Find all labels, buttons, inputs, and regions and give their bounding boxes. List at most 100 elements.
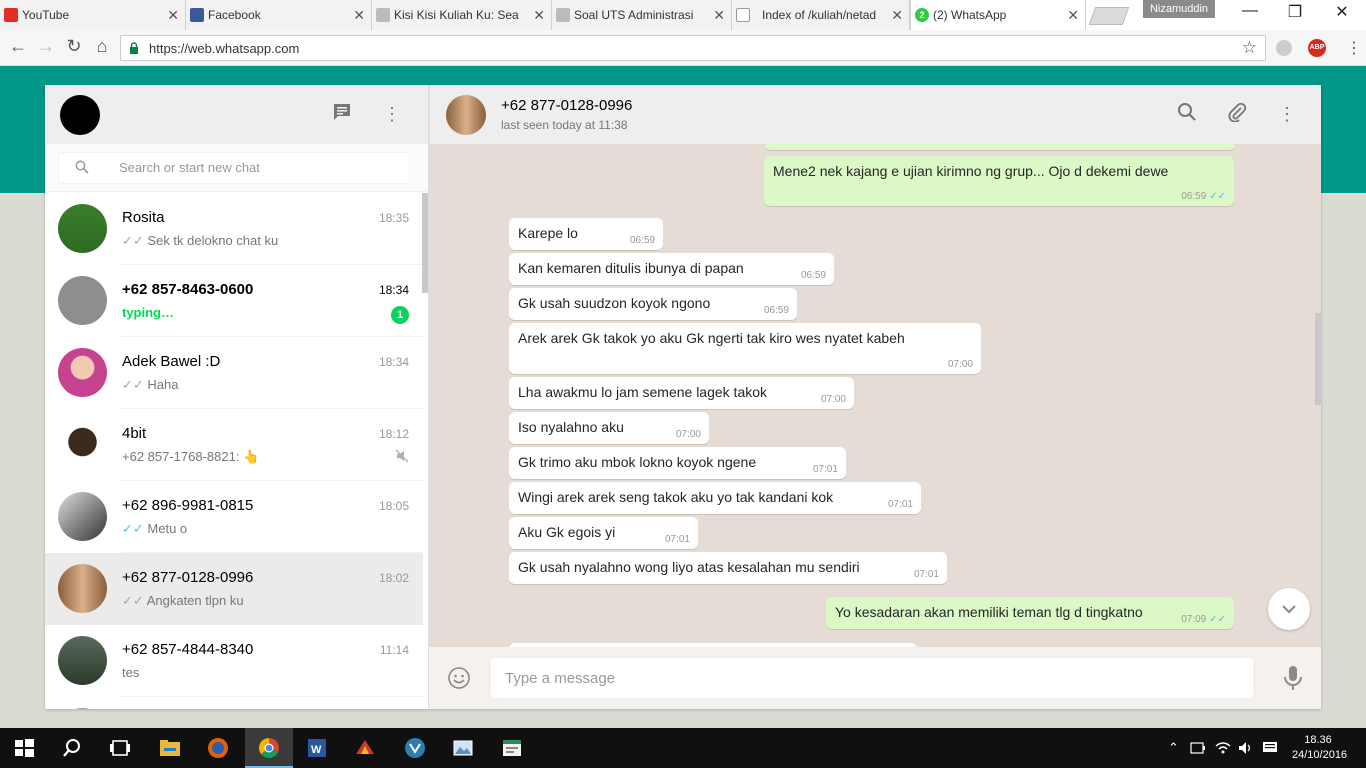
search-box[interactable]	[58, 152, 410, 184]
double-tick-icon: ✓✓	[122, 521, 144, 536]
chat-name: Rosita	[122, 209, 165, 226]
chat-item[interactable]: +62 857-8463-0600 18:34 typing… 1	[45, 265, 423, 337]
windows-start-icon[interactable]	[12, 736, 36, 760]
emoji-icon[interactable]	[447, 666, 471, 690]
tab-kisi-kisi[interactable]: Kisi Kisi Kuliah Ku: Sea ✕	[372, 0, 552, 30]
message-input[interactable]	[491, 658, 1253, 698]
volume-icon[interactable]	[1238, 741, 1254, 755]
message-bubble-incoming[interactable]: Arek arek Gk takok yo aku Gk ngerti tak …	[509, 323, 981, 374]
chat-time: 18:05	[378, 499, 409, 513]
scroll-down-button[interactable]	[1268, 588, 1310, 630]
taskbar: W ⌃ 18.36 24/10/2016	[0, 728, 1366, 768]
message-text: Wingi arek arek seng takok aku yo tak ka…	[518, 489, 834, 505]
close-icon[interactable]: ✕	[533, 0, 545, 30]
message-bubble-incoming[interactable]: Wingi arek arek seng takok aku yo tak ka…	[509, 482, 921, 514]
extension-icon[interactable]	[1276, 40, 1292, 56]
chat-header[interactable]: +62 877-0128-0996 last seen today at 11:…	[429, 85, 1321, 144]
avatar[interactable]	[60, 95, 100, 135]
close-icon[interactable]: ✕	[167, 0, 179, 30]
message-time: 07:09 ✓✓	[1181, 614, 1226, 625]
message-time: 06:59 ✓✓	[1181, 191, 1226, 202]
app2-icon[interactable]	[403, 736, 427, 760]
adblock-icon[interactable]: ABP	[1308, 39, 1326, 57]
message-bubble-incoming[interactable]: Aku Gk egois yi 07:01	[509, 517, 698, 549]
word-icon[interactable]: W	[305, 736, 329, 760]
close-icon[interactable]: ✕	[891, 0, 903, 30]
search-input[interactable]	[119, 160, 389, 175]
restore-button[interactable]: ❐	[1283, 2, 1307, 22]
double-tick-icon: ✓✓	[1209, 614, 1226, 625]
bookmark-star-icon[interactable]: ☆	[1242, 38, 1257, 58]
app-icon[interactable]	[353, 736, 377, 760]
menu-icon[interactable]: ⋮	[380, 102, 404, 126]
message-bubble-incoming[interactable]: Gk usah suudzon koyok ngono 06:59	[509, 288, 797, 320]
chat-last-message: ✓✓ Sek tk delokno chat ku	[122, 233, 278, 249]
avatar[interactable]	[446, 95, 486, 135]
tab-facebook[interactable]: Facebook ✕	[186, 0, 372, 30]
message-time: 07:01	[664, 534, 690, 545]
message-bubble-incoming[interactable]: Lha awakmu lo jam semene lagek takok 07:…	[509, 377, 854, 409]
chat-last-message: ✓✓ Haha	[122, 377, 179, 393]
file-explorer-icon[interactable]	[158, 736, 182, 760]
chrome-menu-icon[interactable]: ⋮	[1346, 38, 1362, 58]
firefox-icon[interactable]	[206, 736, 230, 760]
last-message-text: Haha	[147, 377, 179, 392]
clock[interactable]: 18.36 24/10/2016	[1292, 733, 1347, 763]
wrench-icon	[376, 8, 390, 22]
chat-item[interactable]: Adek Bawel :D 18:34 ✓✓ Haha	[45, 337, 423, 409]
notification-icon[interactable]	[1262, 741, 1278, 755]
profile-name[interactable]: Nizamuddin	[1143, 0, 1215, 18]
wifi-icon[interactable]	[1215, 741, 1231, 755]
microphone-icon[interactable]	[1281, 665, 1305, 691]
url-field[interactable]: https://web.whatsapp.com ☆	[120, 35, 1266, 61]
reload-icon[interactable]: ↻	[63, 36, 85, 57]
chat-item[interactable]: +62 857-4844-8340 11:14 tes	[45, 625, 423, 697]
scrollbar[interactable]	[422, 193, 428, 293]
message-bubble-incoming[interactable]: Kan kemaren ditulis ibunya di papan 06:5…	[509, 253, 834, 285]
chat-item[interactable]: Rosita 18:35 ✓✓ Sek tk delokno chat ku	[45, 193, 423, 265]
message-bubble-incoming[interactable]: Iso nyalahno aku 07:00	[509, 412, 709, 444]
app3-icon[interactable]	[500, 736, 524, 760]
close-window-button[interactable]: ✕	[1330, 2, 1354, 22]
chat-item-selected[interactable]: +62 877-0128-0996 18:02 ✓✓ Angkaten tlpn…	[45, 553, 423, 625]
chat-pane: +62 877-0128-0996 last seen today at 11:…	[429, 85, 1321, 709]
message-bubble-outgoing[interactable]: Mene2 nek kajang e ujian kirimno ng grup…	[764, 156, 1234, 206]
tab-soal-uts[interactable]: Soal UTS Administrasi ✕	[552, 0, 732, 30]
search-icon[interactable]	[1175, 102, 1199, 126]
minimize-button[interactable]: —	[1238, 2, 1262, 20]
scrollbar[interactable]	[1315, 313, 1321, 405]
new-tab-button[interactable]	[1088, 7, 1130, 25]
chrome-icon[interactable]	[257, 736, 281, 760]
tab-whatsapp[interactable]: 2 (2) WhatsApp ✕	[910, 0, 1086, 30]
attach-icon[interactable]	[1225, 102, 1249, 126]
message-bubble-incoming[interactable]: Karepe lo 06:59	[509, 218, 663, 250]
message-bubble-incoming[interactable]: Gk trimo aku mbok lokno koyok ngene 07:0…	[509, 447, 846, 479]
close-icon[interactable]: ✕	[353, 0, 365, 30]
close-icon[interactable]: ✕	[1067, 0, 1079, 30]
last-message-text: Sek tk delokno chat ku	[147, 233, 279, 248]
chat-time: 18:12	[378, 427, 409, 441]
chat-name: +62 857-8463-0600	[122, 281, 254, 298]
tab-youtube[interactable]: YouTube ✕	[0, 0, 186, 30]
battery-icon[interactable]	[1190, 742, 1206, 754]
tab-index-kuliah[interactable]: Index of /kuliah/netad ✕	[732, 0, 910, 30]
close-icon[interactable]: ✕	[713, 0, 725, 30]
chevron-up-icon[interactable]: ⌃	[1168, 740, 1179, 756]
search-icon[interactable]	[60, 736, 84, 760]
chat-item[interactable]	[45, 697, 423, 709]
message-bubble-incoming[interactable]: Gk usah nyalahno wong liyo atas kesalaha…	[509, 552, 947, 584]
photos-icon[interactable]	[451, 736, 475, 760]
new-chat-icon[interactable]	[330, 102, 354, 126]
home-icon[interactable]: ⌂	[91, 36, 113, 57]
tab-label: Index of /kuliah/netad	[762, 8, 877, 22]
forward-icon[interactable]: →	[35, 36, 57, 57]
chat-item[interactable]: 4bit 18:12 +62 857-1768-8821: 👆	[45, 409, 423, 481]
message-text: Kan kemaren ditulis ibunya di papan	[518, 260, 744, 276]
back-icon[interactable]: ←	[7, 36, 29, 57]
message-bubble-outgoing[interactable]: Yo kesadaran akan memiliki teman tlg d t…	[826, 597, 1234, 629]
task-view-icon[interactable]	[108, 736, 132, 760]
menu-icon[interactable]: ⋮	[1275, 102, 1299, 126]
chat-item[interactable]: +62 896-9981-0815 18:05 ✓✓ Metu o	[45, 481, 423, 553]
message-time: 07:01	[812, 464, 838, 475]
youtube-icon	[4, 8, 18, 22]
